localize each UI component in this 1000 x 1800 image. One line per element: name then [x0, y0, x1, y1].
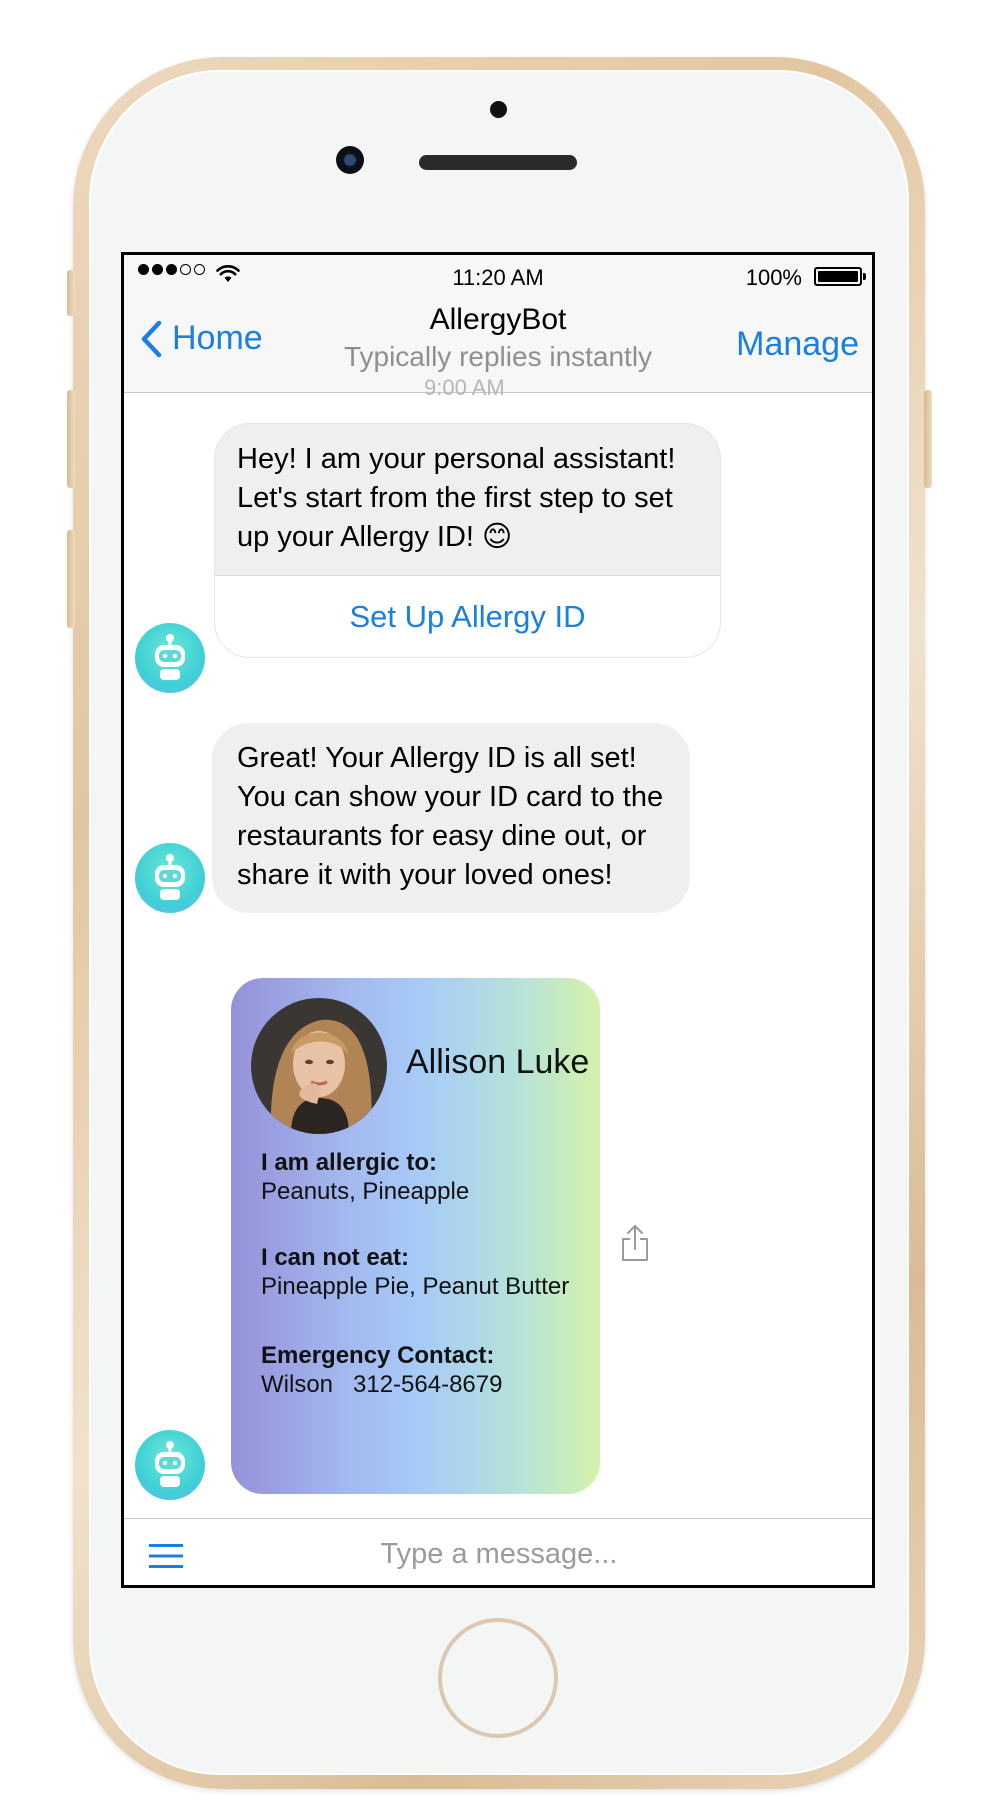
power-button	[924, 390, 932, 488]
bot-avatar-icon	[135, 843, 205, 913]
allergy-id-card[interactable]: Allison Luke I am allergic to: Peanuts, …	[231, 978, 600, 1494]
volume-down-button	[67, 530, 75, 628]
profile-photo	[251, 998, 387, 1134]
bot-avatar-icon	[135, 623, 205, 693]
home-button[interactable]	[438, 1618, 558, 1738]
restricted-foods-value: Pineapple Pie, Peanut Butter	[261, 1273, 570, 1300]
message-timestamp: 9:00 AM	[424, 375, 505, 400]
bot-avatar-icon	[135, 1430, 205, 1500]
emergency-contact-label: Emergency Contact:	[261, 1342, 495, 1369]
allergies-section: I am allergic to: Peanuts, Pineapple	[261, 1148, 469, 1206]
battery-icon	[814, 267, 866, 286]
emergency-contact-value: Wilson 312-564-8679	[261, 1371, 503, 1398]
restricted-foods-section: I can not eat: Pineapple Pie, Peanut But…	[261, 1243, 569, 1301]
restricted-foods-label: I can not eat:	[261, 1244, 410, 1271]
bot-message-welcome: Hey! I am your personal assistant! Let's…	[214, 423, 721, 658]
message-input[interactable]	[274, 1529, 724, 1579]
chat-thread[interactable]: 9:00 AM Hey! I am your personal assistan…	[124, 375, 872, 1518]
menu-icon[interactable]	[149, 1543, 183, 1569]
emergency-contact-section: Emergency Contact: Wilson 312-564-8679	[261, 1341, 502, 1399]
message-text: Hey! I am your personal assistant! Let's…	[237, 443, 676, 553]
proximity-sensor	[490, 101, 507, 118]
silent-switch	[67, 270, 75, 316]
card-holder-name: Allison Luke	[406, 1043, 590, 1081]
allergies-label: I am allergic to:	[261, 1149, 438, 1176]
volume-up-button	[67, 390, 75, 488]
status-bar: 11:20 AM 100%	[124, 255, 872, 295]
message-composer	[124, 1518, 872, 1585]
phone-screen: 11:20 AM 100% Home AllergyBot Typically …	[121, 252, 875, 1588]
share-icon[interactable]	[619, 1223, 651, 1263]
set-up-allergy-id-button[interactable]: Set Up Allergy ID	[215, 575, 720, 657]
battery-percentage: 100%	[745, 265, 802, 290]
earpiece-speaker	[419, 155, 577, 170]
front-camera	[336, 146, 364, 174]
bot-message-confirmation: Great! Your Allergy ID is all set! You c…	[212, 723, 690, 913]
allergies-value: Peanuts, Pineapple	[261, 1178, 470, 1205]
manage-button[interactable]: Manage	[736, 325, 859, 364]
